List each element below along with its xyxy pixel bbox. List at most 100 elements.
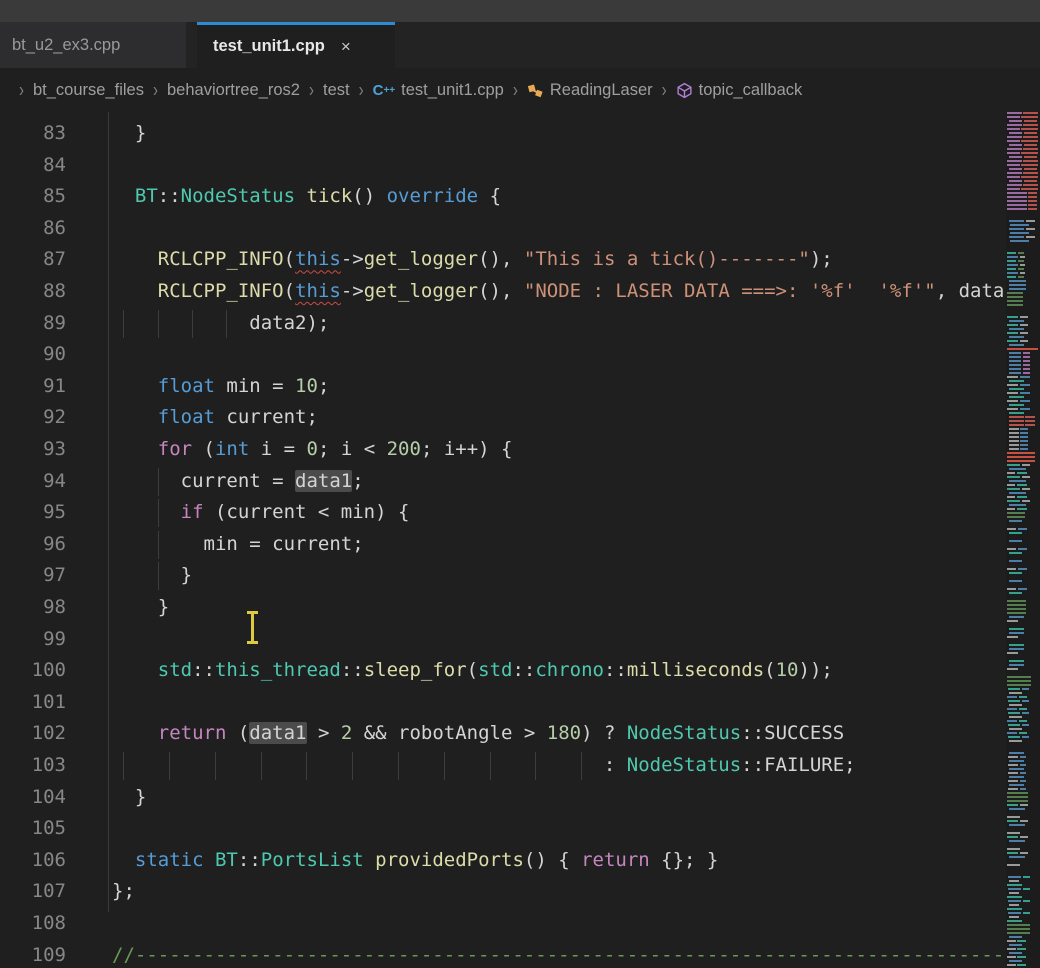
minimap-row — [1006, 252, 1040, 254]
minimap-row — [1006, 164, 1040, 166]
minimap-row — [1006, 796, 1040, 798]
code-line: 89 data2); — [0, 308, 1006, 340]
line-number: 92 — [0, 402, 66, 434]
minimap-row — [1006, 592, 1040, 594]
minimap-row — [1006, 112, 1040, 114]
vscode-window: bt_u2_ex3.cpp test_unit1.cpp × › bt_cour… — [0, 0, 1040, 968]
minimap-row — [1006, 300, 1040, 302]
indent-guide — [158, 531, 159, 559]
minimap-row — [1006, 608, 1040, 610]
code-line: 91 float min = 10; — [0, 371, 1006, 403]
line-number: 93 — [0, 434, 66, 466]
minimap-row — [1006, 960, 1040, 962]
minimap-row — [1006, 184, 1040, 186]
code-line: 109//-----------------------------------… — [0, 940, 1006, 968]
minimap-row — [1006, 912, 1040, 914]
minimap-row — [1006, 224, 1040, 226]
minimap-row — [1006, 792, 1040, 794]
minimap-row — [1006, 488, 1040, 490]
breadcrumb-item-file[interactable]: C++ test_unit1.cpp — [373, 81, 504, 100]
minimap-row — [1006, 600, 1040, 602]
breadcrumb-item-folder[interactable]: bt_course_files — [33, 81, 144, 100]
minimap-row — [1006, 204, 1040, 206]
editor-tab-bar: bt_u2_ex3.cpp test_unit1.cpp × — [0, 22, 1040, 68]
line-number: 86 — [0, 213, 66, 245]
breadcrumb-item-folder[interactable]: behaviortree_ros2 — [167, 81, 300, 100]
code-line: 95 if (current < min) { — [0, 497, 1006, 529]
minimap-row — [1006, 784, 1040, 786]
minimap-row — [1006, 268, 1040, 270]
minimap-row — [1006, 520, 1040, 522]
indent-guide — [169, 752, 170, 780]
minimap-row — [1006, 632, 1040, 634]
minimap-row — [1006, 752, 1040, 754]
minimap-row — [1006, 284, 1040, 286]
code-editor[interactable]: 83 }8485 BT::NodeStatus tick() override … — [0, 112, 1006, 968]
line-number: 106 — [0, 845, 66, 877]
indent-guide — [123, 752, 124, 780]
minimap-row — [1006, 308, 1040, 310]
minimap-row — [1006, 732, 1040, 734]
minimap-row — [1006, 940, 1040, 942]
minimap-row — [1006, 368, 1040, 370]
minimap-row — [1006, 360, 1040, 362]
minimap-row — [1006, 372, 1040, 374]
minimap-row — [1006, 492, 1040, 494]
minimap-row — [1006, 416, 1040, 418]
minimap-row — [1006, 816, 1040, 818]
tab-test-unit1[interactable]: test_unit1.cpp × — [197, 22, 395, 68]
minimap-row — [1006, 220, 1040, 222]
minimap-row — [1006, 208, 1040, 210]
minimap-row — [1006, 772, 1040, 774]
minimap-row — [1006, 920, 1040, 922]
close-icon[interactable]: × — [341, 37, 351, 57]
minimap-row — [1006, 872, 1040, 874]
line-number: 101 — [0, 687, 66, 719]
tab-bt-u2-ex3[interactable]: bt_u2_ex3.cpp — [0, 22, 186, 68]
minimap-row — [1006, 620, 1040, 622]
minimap-row — [1006, 952, 1040, 954]
code-line: 97 } — [0, 560, 1006, 592]
minimap-row — [1006, 304, 1040, 306]
minimap-row — [1006, 716, 1040, 718]
breadcrumb: › bt_course_files › behaviortree_ros2 › … — [0, 68, 1040, 112]
code-line: 84 — [0, 150, 1006, 182]
minimap-row — [1006, 392, 1040, 394]
minimap-row — [1006, 380, 1040, 382]
minimap-row — [1006, 648, 1040, 650]
minimap-row — [1006, 516, 1040, 518]
minimap-row — [1006, 444, 1040, 446]
minimap-row — [1006, 148, 1040, 150]
breadcrumb-item-symbol[interactable]: topic_callback — [676, 81, 803, 100]
minimap-row — [1006, 248, 1040, 250]
indent-guide — [158, 499, 159, 527]
minimap-row — [1006, 216, 1040, 218]
line-number: 83 — [0, 118, 66, 150]
indent-guide — [535, 752, 536, 780]
chevron-right-icon: › — [153, 79, 158, 102]
minimap-row — [1006, 624, 1040, 626]
minimap-row — [1006, 388, 1040, 390]
minimap-row — [1006, 824, 1040, 826]
indent-guide — [192, 310, 193, 338]
minimap-row — [1006, 432, 1040, 434]
minimap-row — [1006, 652, 1040, 654]
line-number: 100 — [0, 655, 66, 687]
minimap-row — [1006, 572, 1040, 574]
minimap[interactable] — [1006, 112, 1040, 968]
breadcrumb-item-class[interactable]: ReadingLaser — [527, 81, 653, 100]
minimap-row — [1006, 228, 1040, 230]
minimap-row — [1006, 424, 1040, 426]
minimap-row — [1006, 780, 1040, 782]
line-number: 105 — [0, 813, 66, 845]
minimap-row — [1006, 656, 1040, 658]
minimap-row — [1006, 700, 1040, 702]
minimap-row — [1006, 596, 1040, 598]
minimap-row — [1006, 280, 1040, 282]
minimap-row — [1006, 808, 1040, 810]
minimap-row — [1006, 688, 1040, 690]
breadcrumb-item-folder[interactable]: test — [323, 81, 350, 100]
minimap-row — [1006, 124, 1040, 126]
minimap-row — [1006, 256, 1040, 258]
minimap-row — [1006, 844, 1040, 846]
